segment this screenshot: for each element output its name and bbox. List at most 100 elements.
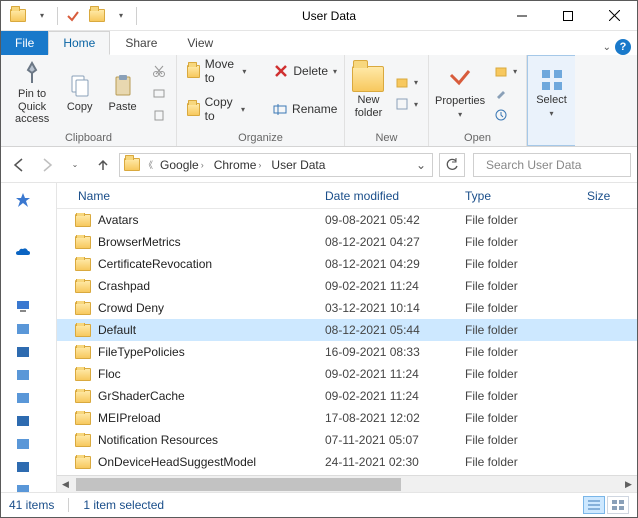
search-box[interactable] xyxy=(473,153,631,177)
table-row[interactable]: Default08-12-2021 05:44File folder xyxy=(57,319,637,341)
table-row[interactable]: Notification Resources07-11-2021 05:07Fi… xyxy=(57,429,637,451)
tab-view[interactable]: View xyxy=(172,31,228,55)
minimize-button[interactable] xyxy=(499,1,545,31)
copy-path-button[interactable] xyxy=(148,83,170,103)
icons-view-button[interactable] xyxy=(607,496,629,514)
table-row[interactable]: Crowd Deny03-12-2021 10:14File folder xyxy=(57,297,637,319)
tab-share[interactable]: Share xyxy=(110,31,172,55)
file-name: GrShaderCache xyxy=(98,389,185,403)
file-date: 08-12-2021 04:29 xyxy=(315,257,455,271)
table-row[interactable]: CertificateRevocation08-12-2021 04:29Fil… xyxy=(57,253,637,275)
pin-to-quick-access-button[interactable]: Pin to Quick access xyxy=(7,59,57,127)
col-name[interactable]: Name xyxy=(57,183,315,208)
file-name: Crashpad xyxy=(98,279,150,293)
navpane-item[interactable] xyxy=(15,317,47,340)
navigation-pane[interactable] xyxy=(1,183,57,492)
navpane-item[interactable] xyxy=(15,340,47,363)
select-label: Select xyxy=(536,94,567,107)
qat-dropdown-2[interactable]: ▾ xyxy=(110,5,132,27)
content-area: Name Date modified Type Size Avatars09-0… xyxy=(1,183,637,493)
item-count: 41 items xyxy=(9,498,54,512)
scroll-left-icon[interactable]: ◀ xyxy=(57,476,74,493)
tab-file[interactable]: File xyxy=(1,31,48,55)
refresh-button[interactable] xyxy=(439,153,465,177)
qat-properties-icon[interactable] xyxy=(62,5,84,27)
ribbon-collapse-icon[interactable]: ⌄ xyxy=(603,42,611,53)
folder-icon xyxy=(75,236,91,249)
table-row[interactable]: Avatars09-08-2021 05:42File folder xyxy=(57,209,637,231)
group-organize-label: Organize xyxy=(177,131,344,146)
table-row[interactable]: Crashpad09-02-2021 11:24File folder xyxy=(57,275,637,297)
qat-dropdown-1[interactable]: ▾ xyxy=(31,5,53,27)
col-date[interactable]: Date modified xyxy=(315,183,455,208)
chevron-right-icon[interactable]: 《 xyxy=(144,158,153,171)
folder-icon xyxy=(75,390,91,403)
back-button[interactable] xyxy=(7,153,31,177)
address-dropdown[interactable]: ⌄ xyxy=(412,158,430,172)
breadcrumb[interactable]: User Data xyxy=(268,158,328,172)
new-item-button[interactable]: ▾ xyxy=(391,72,422,92)
paste-button[interactable]: Paste xyxy=(102,59,143,127)
folder-icon xyxy=(124,158,140,171)
close-button[interactable] xyxy=(591,1,637,31)
navpane-item[interactable] xyxy=(15,455,47,478)
col-size[interactable]: Size xyxy=(577,183,637,208)
table-row[interactable]: MEIPreload17-08-2021 12:02File folder xyxy=(57,407,637,429)
rename-button[interactable]: Rename xyxy=(269,99,341,119)
recent-dropdown[interactable]: ⌄ xyxy=(63,153,87,177)
table-row[interactable]: OnDeviceHeadSuggestModel24-11-2021 02:30… xyxy=(57,451,637,473)
navpane-quick-access[interactable] xyxy=(15,188,47,211)
history-button[interactable] xyxy=(490,105,521,125)
file-rows[interactable]: Avatars09-08-2021 05:42File folderBrowse… xyxy=(57,209,637,475)
delete-button[interactable]: Delete ▾ xyxy=(270,61,341,81)
navpane-this-pc[interactable] xyxy=(15,294,47,317)
group-clipboard-label: Clipboard xyxy=(1,131,176,146)
navpane-item[interactable] xyxy=(15,409,47,432)
breadcrumb[interactable]: Google› xyxy=(157,158,207,172)
folder-icon xyxy=(187,65,200,78)
file-type: File folder xyxy=(455,235,577,249)
paste-shortcut-button[interactable] xyxy=(148,105,170,125)
table-row[interactable]: FileTypePolicies16-09-2021 08:33File fol… xyxy=(57,341,637,363)
scroll-right-icon[interactable]: ▶ xyxy=(620,476,637,493)
maximize-button[interactable] xyxy=(545,1,591,31)
table-row[interactable]: GrShaderCache09-02-2021 11:24File folder xyxy=(57,385,637,407)
details-view-button[interactable] xyxy=(583,496,605,514)
copy-to-button[interactable]: Copy to ▾ xyxy=(183,99,249,119)
breadcrumb[interactable]: Chrome› xyxy=(211,158,265,172)
copy-label: Copy xyxy=(67,101,93,114)
cut-button[interactable] xyxy=(148,61,170,81)
navpane-item[interactable] xyxy=(15,478,47,492)
copy-button[interactable]: Copy xyxy=(59,59,100,127)
qat-folder-icon[interactable] xyxy=(86,5,108,27)
move-to-button[interactable]: Move to ▾ xyxy=(183,61,250,81)
up-button[interactable] xyxy=(91,153,115,177)
tab-home[interactable]: Home xyxy=(48,31,110,55)
file-type: File folder xyxy=(455,301,577,315)
file-type: File folder xyxy=(455,433,577,447)
properties-button[interactable]: Properties ▾ xyxy=(435,59,485,127)
navpane-item[interactable] xyxy=(15,432,47,455)
open-button[interactable]: ▾ xyxy=(490,61,521,81)
table-row[interactable]: Floc09-02-2021 11:24File folder xyxy=(57,363,637,385)
forward-button[interactable] xyxy=(35,153,59,177)
table-row[interactable]: BrowserMetrics08-12-2021 04:27File folde… xyxy=(57,231,637,253)
navpane-onedrive[interactable] xyxy=(15,241,47,264)
new-folder-button[interactable]: New folder xyxy=(351,59,386,127)
scroll-thumb[interactable] xyxy=(76,478,401,491)
folder-icon xyxy=(75,258,91,271)
group-select: Select ▾ Select xyxy=(527,55,575,146)
titlebar: ▾ ▾ User Data xyxy=(1,1,637,31)
quick-access-toolbar: ▾ ▾ xyxy=(1,5,139,27)
search-input[interactable] xyxy=(486,158,638,172)
address-bar[interactable]: 《 Google› Chrome› User Data ⌄ xyxy=(119,153,433,177)
col-type[interactable]: Type xyxy=(455,183,577,208)
edit-button[interactable] xyxy=(490,83,521,103)
group-new: New folder ▾ ▾ New xyxy=(345,55,429,146)
navpane-item[interactable] xyxy=(15,363,47,386)
horizontal-scrollbar[interactable]: ◀ ▶ xyxy=(57,475,637,492)
help-icon[interactable]: ? xyxy=(615,39,631,55)
select-button[interactable]: Select ▾ xyxy=(534,59,569,127)
navpane-item[interactable] xyxy=(15,386,47,409)
easy-access-button[interactable]: ▾ xyxy=(391,94,422,114)
